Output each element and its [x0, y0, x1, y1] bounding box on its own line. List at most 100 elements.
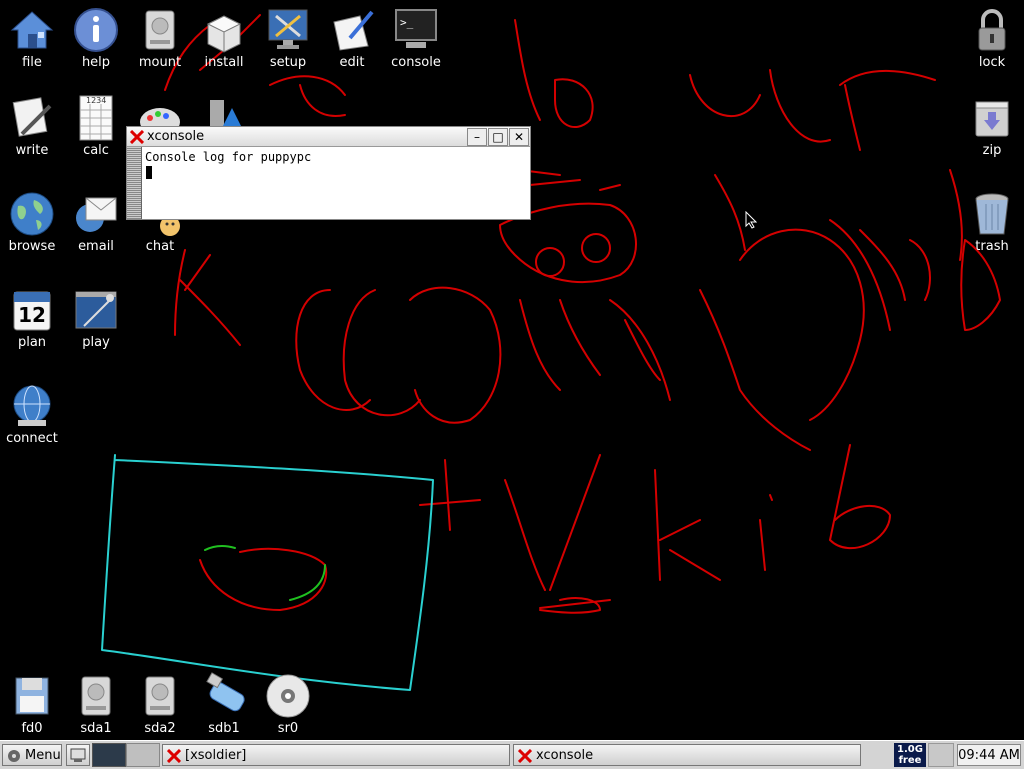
hard-drive-icon	[72, 672, 120, 720]
pager-workspace-2[interactable]	[126, 743, 160, 767]
desktop-icon-lock[interactable]: lock	[960, 6, 1024, 70]
calendar-day: 12	[18, 303, 46, 327]
icon-label: file	[22, 55, 42, 70]
close-button[interactable]: ✕	[509, 128, 529, 146]
icon-label: lock	[978, 55, 1006, 70]
task-xconsole[interactable]: xconsole	[513, 744, 861, 766]
home-folder-icon	[8, 6, 56, 54]
media-player-icon	[72, 286, 120, 334]
trash-can-icon	[968, 190, 1016, 238]
icon-label: console	[391, 55, 441, 70]
icon-label: install	[204, 55, 244, 70]
desktop-icon-browse[interactable]: browse	[0, 190, 64, 254]
window-titlebar[interactable]: xconsole – □ ✕	[127, 127, 530, 147]
calc-header-text: 1234	[86, 96, 107, 105]
icon-label: email	[78, 239, 114, 254]
x11-logo-icon	[518, 749, 532, 763]
drive-icon-fd0[interactable]: fd0	[0, 672, 64, 736]
icon-label: browse	[8, 239, 56, 254]
envelope-globe-icon	[72, 190, 120, 238]
desktop-icon-trash[interactable]: trash	[960, 190, 1024, 254]
icon-label: play	[82, 335, 110, 350]
network-globe-icon	[8, 382, 56, 430]
drive-icon-sda1[interactable]: sda1	[64, 672, 128, 736]
scrollbar[interactable]	[127, 147, 142, 219]
floppy-disk-icon	[8, 672, 56, 720]
word-processor-icon	[8, 94, 56, 142]
window-title: xconsole	[147, 129, 205, 144]
icon-label: sda1	[80, 721, 112, 736]
info-icon	[72, 6, 120, 54]
x11-logo-icon	[167, 749, 181, 763]
start-menu-button[interactable]: Menu	[2, 744, 62, 766]
desktop-icon-calc[interactable]: 1234 calc	[64, 94, 128, 158]
icon-label: chat	[145, 239, 175, 254]
archive-box-icon	[968, 94, 1016, 142]
desktop-icon-zip[interactable]: zip	[960, 94, 1024, 158]
desktop-icon-write[interactable]: write	[0, 94, 64, 158]
terminal-icon: >_	[392, 6, 440, 54]
desktop-icon-mount[interactable]: mount	[128, 6, 192, 70]
hard-drive-icon	[136, 672, 184, 720]
drive-icon-sr0[interactable]: sr0	[256, 672, 320, 736]
spreadsheet-icon: 1234	[72, 94, 120, 142]
desktop-icon-edit[interactable]: edit	[320, 6, 384, 70]
usb-stick-icon	[200, 672, 248, 720]
desktop-icon-plan[interactable]: 12 plan	[0, 286, 64, 350]
tray-separator	[928, 743, 954, 767]
icon-label: mount	[138, 55, 182, 70]
desktop-icon-email[interactable]: email	[64, 190, 128, 254]
desktop-icon	[70, 748, 86, 762]
maximize-button[interactable]: □	[488, 128, 508, 146]
icon-label: plan	[17, 335, 47, 350]
icon-label: write	[15, 143, 49, 158]
desktop-icon-setup[interactable]: setup	[256, 6, 320, 70]
icon-label: setup	[269, 55, 307, 70]
desktop-icon-file[interactable]: file	[0, 6, 64, 70]
task-label: [xsoldier]	[185, 748, 247, 763]
icon-label: calc	[83, 143, 109, 158]
paper-pen-icon	[328, 6, 376, 54]
icon-label: sdb1	[208, 721, 240, 736]
desktop-icon-install[interactable]: install	[192, 6, 256, 70]
icon-label: sda2	[144, 721, 176, 736]
padlock-icon	[968, 6, 1016, 54]
task-label: xconsole	[536, 748, 594, 763]
icon-label: zip	[982, 143, 1002, 158]
globe-icon	[8, 190, 56, 238]
hard-drive-icon	[136, 6, 184, 54]
mouse-pointer-icon	[745, 211, 757, 229]
tools-monitor-icon	[264, 6, 312, 54]
memory-free-indicator[interactable]: 1.0G free	[894, 743, 926, 767]
pager-workspace-1[interactable]	[92, 743, 126, 767]
svg-text:>_: >_	[400, 16, 414, 29]
icon-label: trash	[975, 239, 1009, 254]
icon-label: edit	[339, 55, 365, 70]
x11-logo-icon	[130, 130, 144, 144]
start-menu-label: Menu	[25, 748, 61, 763]
icon-label: connect	[6, 431, 58, 446]
menu-gear-icon	[8, 750, 20, 762]
desktop-icon-console[interactable]: >_ console	[384, 6, 448, 70]
icon-label: help	[81, 55, 111, 70]
desktop-icon-connect[interactable]: connect	[0, 382, 64, 446]
desktop-icon-help[interactable]: help	[64, 6, 128, 70]
memory-value: 1.0G	[897, 744, 923, 755]
drive-icon-sda2[interactable]: sda2	[128, 672, 192, 736]
clock[interactable]: 09:44 AM	[957, 744, 1021, 766]
text-cursor	[146, 166, 152, 179]
icon-label: sr0	[277, 721, 299, 736]
task-xsoldier[interactable]: [xsoldier]	[162, 744, 510, 766]
console-log-text: Console log for puppypc	[145, 150, 312, 164]
package-box-icon	[200, 6, 248, 54]
xconsole-window[interactable]: xconsole – □ ✕ Console log for puppypc	[126, 126, 531, 220]
drive-icon-sdb1[interactable]: sdb1	[192, 672, 256, 736]
memory-label: free	[898, 755, 922, 766]
desktop-icon-play[interactable]: play	[64, 286, 128, 350]
optical-disc-icon	[264, 672, 312, 720]
taskbar: Menu [xsoldier] xconsole 1.0G free 09:44…	[0, 740, 1024, 769]
icon-label: fd0	[21, 721, 43, 736]
minimize-button[interactable]: –	[467, 128, 487, 146]
show-desktop-button[interactable]	[66, 744, 90, 766]
calendar-icon: 12	[8, 286, 56, 334]
